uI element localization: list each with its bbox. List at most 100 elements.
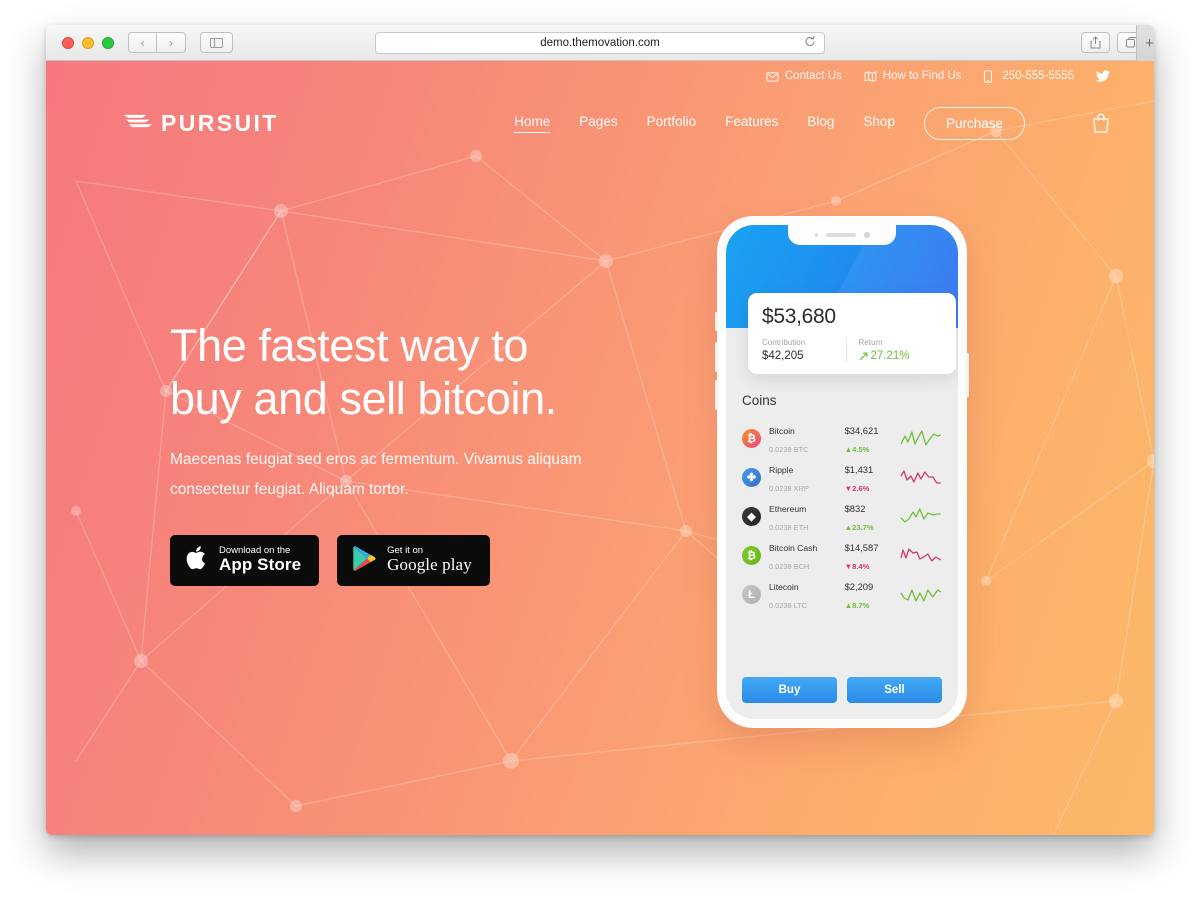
nav-item-pages[interactable]: Pages <box>579 114 617 132</box>
coins-section: Coins ₿ Bitcoin 0.0238 BTC $34,621 ▲4.5% <box>726 393 958 614</box>
sell-button[interactable]: Sell <box>847 677 942 703</box>
address-bar[interactable]: demo.themovation.com <box>375 32 825 54</box>
nav-item-shop[interactable]: Shop <box>863 114 895 132</box>
nav-links: Home Pages Portfolio Features Blog Shop … <box>514 106 1110 140</box>
coin-row-ethereum[interactable]: ◆ Ethereum 0.0238 ETH $832 ▲23.7% <box>742 497 942 536</box>
browser-right-actions: + <box>1081 25 1154 61</box>
sparkline-up <box>900 429 942 446</box>
coin-price: $2,209 <box>844 580 874 592</box>
google-play-button[interactable]: Get it on Google play <box>337 535 490 586</box>
coin-row-litecoin[interactable]: Ł Litecoin 0.0238 LTC $2,209 ▲8.7% <box>742 575 942 614</box>
utility-topbar: Contact Us How to Find Us 250-555-5555 <box>46 61 1154 91</box>
coin-price-info: $14,587 ▼8.4% <box>845 538 893 574</box>
logo-text: PURSUIT <box>161 109 279 136</box>
sparkline-down <box>900 469 942 484</box>
coin-row-ripple[interactable]: ✤ Ripple 0.0238 XRP $1,431 ▼2.6% <box>742 458 942 497</box>
topbar-label: Contact Us <box>784 70 842 82</box>
hero-subtext: Maecenas feugiat sed eros ac fermentum. … <box>170 451 582 498</box>
arrow-up-right-icon <box>859 351 868 360</box>
nav-item-blog[interactable]: Blog <box>807 114 834 132</box>
reload-icon[interactable] <box>804 36 816 51</box>
coin-name: Ethereum <box>769 503 807 514</box>
phone-volume-down-button <box>715 380 718 410</box>
google-play-big-text: Google play <box>387 555 472 575</box>
topbar-item-how-to-find-us[interactable]: How to Find Us <box>864 70 961 83</box>
shopping-bag-icon[interactable] <box>1092 113 1110 133</box>
balance-amount: $53,680 <box>762 305 836 328</box>
phone-mute-switch <box>715 312 718 331</box>
return-stat: Return 27.21% <box>845 338 943 362</box>
close-window-button[interactable] <box>62 36 74 49</box>
coin-change: ▲23.7% <box>844 522 874 532</box>
bitcoin-cash-icon: ₿ <box>742 546 761 565</box>
google-play-label: Get it on Google play <box>387 545 472 575</box>
headline-line-1: The fastest way to <box>170 320 528 371</box>
coin-info: Litecoin 0.0238 LTC <box>769 577 837 613</box>
contribution-stat: Contribution $42,205 <box>762 338 846 362</box>
bitcoin-icon: ₿ <box>742 429 761 448</box>
url-text: demo.themovation.com <box>540 37 660 49</box>
return-value-wrap: 27.21% <box>859 350 943 362</box>
nav-item-features[interactable]: Features <box>725 114 778 132</box>
phone-volume-up-button <box>715 342 718 372</box>
apple-icon <box>185 544 209 577</box>
litecoin-icon: Ł <box>742 585 761 604</box>
back-button[interactable]: ‹ <box>128 32 157 53</box>
topbar-item-phone[interactable]: 250-555-5555 <box>983 69 1074 83</box>
coins-title: Coins <box>742 393 777 408</box>
sparkline-up <box>900 507 942 523</box>
balance-stats: Contribution $42,205 Return 27.21% <box>762 338 942 362</box>
coin-price-info: $1,431 ▼2.6% <box>845 460 893 496</box>
contribution-label: Contribution <box>762 338 806 347</box>
store-badges: Download on the App Store Get it on Goog… <box>170 535 690 586</box>
nav-item-portfolio[interactable]: Portfolio <box>647 114 697 132</box>
coin-price: $34,621 <box>844 424 879 436</box>
coin-info: Ripple 0.0238 XRP <box>769 460 837 496</box>
site-logo[interactable]: PURSUIT <box>122 110 279 137</box>
window-controls <box>62 36 114 49</box>
sidebar-icon[interactable] <box>200 32 233 53</box>
google-play-icon <box>352 545 377 577</box>
coin-change: ▲8.7% <box>844 600 870 610</box>
buy-button[interactable]: Buy <box>742 677 837 703</box>
app-store-big-text: App Store <box>219 555 302 575</box>
contribution-value: $42,205 <box>762 350 804 362</box>
phone-mockup: $53,680 Contribution $42,205 Return 27.2… <box>715 216 969 728</box>
coin-name: Bitcoin <box>769 425 795 436</box>
nav-item-home[interactable]: Home <box>514 114 551 133</box>
purchase-button[interactable]: Purchase <box>923 106 1025 140</box>
maximize-window-button[interactable] <box>102 36 114 49</box>
coin-change: ▼2.6% <box>844 483 870 493</box>
coin-change: ▼8.4% <box>844 561 870 571</box>
coin-amount: 0.0238 BCH <box>769 561 810 571</box>
new-tab-button[interactable]: + <box>1136 25 1154 61</box>
return-label: Return <box>858 338 883 347</box>
coin-amount: 0.0238 BTC <box>769 444 809 454</box>
headline-line-2: buy and sell bitcoin. <box>170 373 557 424</box>
phone-icon <box>983 69 996 83</box>
coin-amount: 0.0238 LTC <box>769 600 808 610</box>
main-navigation: PURSUIT Home Pages Portfolio Features Bl… <box>46 91 1154 155</box>
notch-speaker-icon <box>826 233 856 237</box>
coin-name: Litecoin <box>769 581 799 592</box>
balance-card: $53,680 Contribution $42,205 Return 27.2… <box>748 293 956 374</box>
coin-row-bitcoin[interactable]: ₿ Bitcoin 0.0238 BTC $34,621 ▲4.5% <box>742 419 942 458</box>
app-store-button[interactable]: Download on the App Store <box>170 535 320 586</box>
minimize-window-button[interactable] <box>82 36 94 49</box>
return-value: 27.21% <box>870 350 910 362</box>
wing-logo-icon <box>122 111 154 136</box>
coin-info: Bitcoin 0.0238 BTC <box>769 421 837 457</box>
coin-info: Bitcoin Cash 0.0238 BCH <box>769 538 837 574</box>
coin-change: ▲4.5% <box>844 444 870 454</box>
coin-row-bitcoin-cash[interactable]: ₿ Bitcoin Cash 0.0238 BCH $14,587 ▼8.4% <box>742 536 942 575</box>
coin-price: $14,587 <box>844 541 879 553</box>
forward-button[interactable]: › <box>157 32 186 53</box>
twitter-icon[interactable] <box>1096 70 1110 82</box>
topbar-item-contact-us[interactable]: Contact Us <box>766 70 842 83</box>
share-icon[interactable] <box>1081 32 1110 53</box>
notch-sensor-icon <box>814 233 818 237</box>
hero-content: The fastest way to buy and sell bitcoin.… <box>170 319 690 586</box>
coin-price-info: $832 ▲23.7% <box>845 499 893 535</box>
topbar-label: 250-555-5555 <box>1002 70 1074 82</box>
phone-notch <box>788 225 896 245</box>
